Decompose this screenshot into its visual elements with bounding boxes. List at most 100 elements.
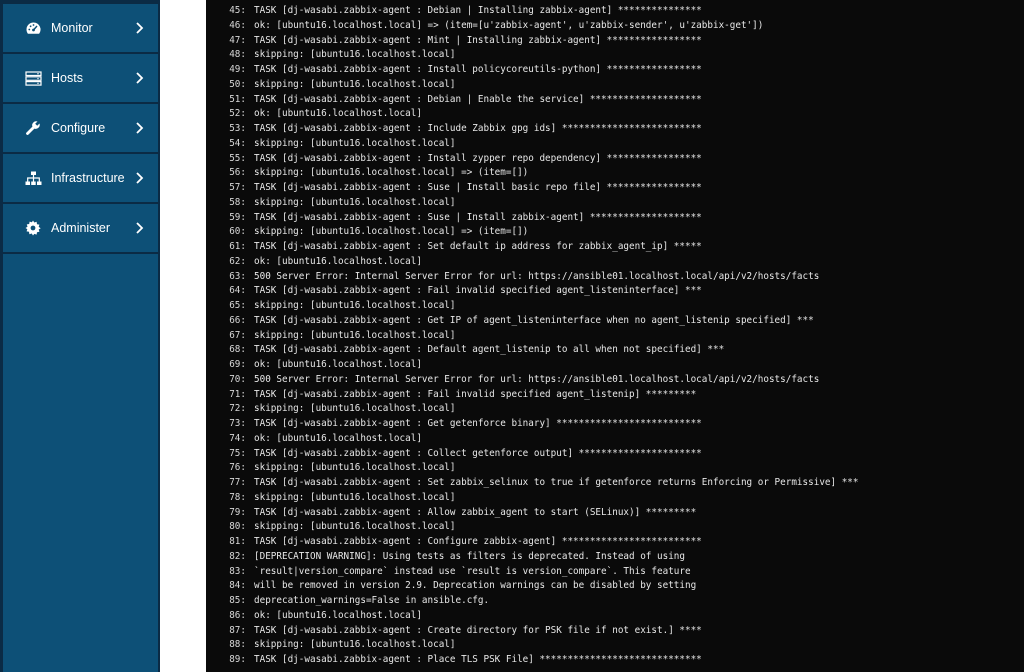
- line-text: skipping: [ubuntu16.localhost.local]: [254, 521, 456, 533]
- line-number: 53:: [229, 123, 246, 134]
- line-text: TASK [dj-wasabi.zabbix-agent : Fail inva…: [254, 285, 702, 297]
- line-number: 47:: [229, 34, 246, 46]
- line-text: TASK [dj-wasabi.zabbix-agent : Default a…: [254, 344, 725, 356]
- line-number: 60:: [229, 226, 246, 238]
- line-number: 73:: [229, 418, 246, 429]
- nav-item-hosts[interactable]: Hosts: [3, 54, 158, 102]
- console-line: 85: deprecation_warnings=False in ansible…: [206, 593, 489, 608]
- nav-item-monitor[interactable]: Monitor: [3, 4, 158, 52]
- line-number: 83:: [229, 565, 246, 577]
- line-number: 58:: [229, 196, 246, 208]
- line-text: `result|version_compare` instead use `re…: [254, 565, 691, 577]
- nav-item-administer[interactable]: Administer: [3, 204, 158, 252]
- line-text: TASK [dj-wasabi.zabbix-agent : Suse | In…: [254, 182, 702, 193]
- line-number: 62:: [229, 255, 246, 267]
- console-line: 48: skipping: [ubuntu16.localhost.local]: [206, 47, 456, 62]
- line-text: TASK [dj-wasabi.zabbix-agent : Allow zab…: [254, 506, 697, 518]
- line-number: 75:: [229, 447, 246, 459]
- line-number: 89:: [229, 654, 246, 665]
- line-text: deprecation_warnings=False in ansible.cf…: [254, 595, 490, 606]
- line-text: skipping: [ubuntu16.localhost.local]: [254, 329, 456, 341]
- console-line: 66: TASK [dj-wasabi.zabbix-agent : Get IP…: [206, 313, 814, 328]
- line-number: 67:: [229, 329, 246, 341]
- console-line: 68: TASK [dj-wasabi.zabbix-agent : Defaul…: [206, 342, 724, 357]
- line-text: TASK [dj-wasabi.zabbix-agent : Configure…: [254, 536, 702, 547]
- line-number: 77:: [229, 477, 246, 488]
- console-line: 77: TASK [dj-wasabi.zabbix-agent : Set za…: [206, 475, 858, 490]
- console-line: 78: skipping: [ubuntu16.localhost.local]: [206, 490, 455, 505]
- line-text: TASK [dj-wasabi.zabbix-agent : Create di…: [254, 624, 702, 636]
- line-number: 85:: [229, 595, 246, 606]
- console-line: 50: skipping: [ubuntu16.localhost.local]: [206, 77, 456, 92]
- line-number: 63:: [229, 270, 246, 282]
- console-line: 69: ok: [ubuntu16.localhost.local]: [206, 357, 422, 372]
- console-line: 57: TASK [dj-wasabi.zabbix-agent : Suse |…: [206, 180, 702, 195]
- nav-item-label: Hosts: [51, 71, 83, 85]
- sidebar: Monitor Hosts Configure Infrastructure A…: [0, 0, 160, 672]
- nav-item-configure[interactable]: Configure: [3, 104, 158, 152]
- chevron-right-icon: [135, 71, 145, 85]
- sitemap-icon: [24, 169, 42, 187]
- console-line: 52: ok: [ubuntu16.localhost.local]: [206, 106, 422, 121]
- nav-item-label: Administer: [51, 221, 111, 235]
- console-line: 71: TASK [dj-wasabi.zabbix-agent : Fail i…: [206, 387, 696, 402]
- line-text: TASK [dj-wasabi.zabbix-agent : Install p…: [254, 64, 702, 75]
- gear-icon: [24, 219, 42, 237]
- line-number: 45:: [229, 5, 246, 16]
- line-number: 79:: [229, 506, 246, 518]
- nav-item-infrastructure[interactable]: Infrastructure: [3, 154, 158, 202]
- line-text: TASK [dj-wasabi.zabbix-agent : Install z…: [254, 152, 702, 164]
- line-number: 84:: [229, 580, 246, 592]
- line-number: 50:: [229, 78, 246, 90]
- line-number: 66:: [229, 314, 246, 326]
- console-line: 73: TASK [dj-wasabi.zabbix-agent : Get ge…: [206, 416, 702, 431]
- line-text: TASK [dj-wasabi.zabbix-agent : Suse | In…: [254, 211, 702, 223]
- line-text: skipping: [ubuntu16.localhost.local] => …: [254, 167, 529, 179]
- output-gutter: [160, 0, 206, 672]
- console-line: 80: skipping: [ubuntu16.localhost.local]: [206, 519, 456, 534]
- console-line: 88: skipping: [ubuntu16.localhost.local]: [206, 637, 456, 652]
- console-line: 87: TASK [dj-wasabi.zabbix-agent : Create…: [206, 623, 702, 638]
- line-number: 64:: [229, 285, 246, 297]
- line-number: 54:: [229, 137, 246, 149]
- line-number: 76:: [229, 462, 246, 474]
- console-line: 59: TASK [dj-wasabi.zabbix-agent : Suse |…: [206, 210, 702, 225]
- line-text: ok: [ubuntu16.localhost.local]: [254, 255, 422, 267]
- line-text: skipping: [ubuntu16.localhost.local]: [254, 49, 456, 61]
- line-number: 48:: [229, 49, 246, 61]
- line-number: 87:: [229, 624, 246, 636]
- console-line: 86: ok: [ubuntu16.localhost.local]: [206, 608, 422, 623]
- line-text: TASK [dj-wasabi.zabbix-agent : Get IP of…: [254, 314, 814, 326]
- line-number: 57:: [229, 182, 246, 193]
- nav-item-label: Configure: [51, 121, 106, 135]
- sidebar-empty-area: [3, 254, 158, 672]
- console-line: 79: TASK [dj-wasabi.zabbix-agent : Allow …: [206, 505, 696, 520]
- console-line: 60: skipping: [ubuntu16.localhost.local] …: [206, 224, 528, 239]
- nav-item-label: Monitor: [51, 21, 93, 35]
- line-text: TASK [dj-wasabi.zabbix-agent : Set defau…: [254, 241, 702, 252]
- console-line: 76: skipping: [ubuntu16.localhost.local]: [206, 460, 455, 475]
- line-number: 70:: [229, 373, 246, 385]
- line-number: 69:: [229, 359, 246, 370]
- console-line: 65: skipping: [ubuntu16.localhost.local]: [206, 298, 455, 313]
- line-text: skipping: [ubuntu16.localhost.local]: [254, 78, 456, 90]
- job-output-console[interactable]: 45: TASK [dj-wasabi.zabbix-agent : Debian…: [206, 0, 1024, 672]
- line-number: 51:: [229, 93, 246, 105]
- chevron-right-icon: [135, 21, 145, 35]
- console-line: 58: skipping: [ubuntu16.localhost.local]: [206, 195, 455, 210]
- console-line: 45: TASK [dj-wasabi.zabbix-agent : Debian…: [206, 3, 702, 18]
- console-line: 72: skipping: [ubuntu16.localhost.local]: [206, 401, 455, 416]
- line-number: 65:: [229, 300, 246, 311]
- line-text: ok: [ubuntu16.localhost.local]: [254, 108, 422, 120]
- console-line: 81: TASK [dj-wasabi.zabbix-agent : Config…: [206, 534, 702, 549]
- line-number: 71:: [229, 388, 246, 400]
- line-number: 52:: [229, 108, 246, 120]
- line-number: 56:: [229, 167, 246, 179]
- console-line: 46: ok: [ubuntu16.localhost.local] => (it…: [206, 18, 763, 33]
- line-number: 74:: [229, 432, 246, 444]
- chevron-right-icon: [135, 221, 145, 235]
- line-number: 88:: [229, 639, 246, 651]
- server-icon: [24, 69, 42, 87]
- line-text: skipping: [ubuntu16.localhost.local]: [254, 639, 456, 651]
- console-line: 70: 500 Server Error: Internal Server Err…: [206, 372, 819, 387]
